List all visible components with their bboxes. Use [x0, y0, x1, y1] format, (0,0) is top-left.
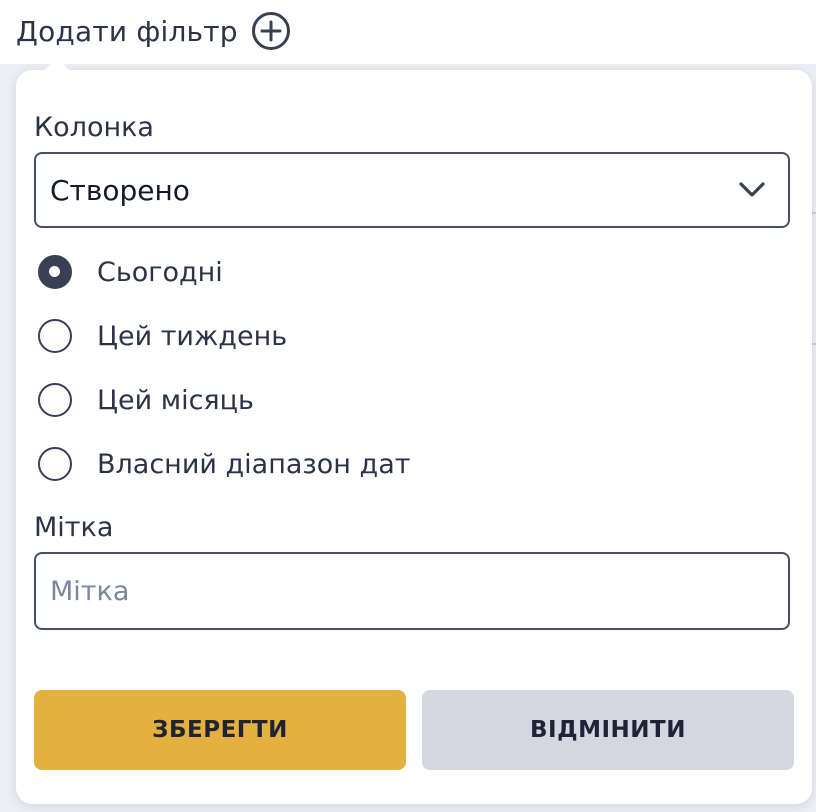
radio-label: Цей місяць — [97, 384, 254, 416]
radio-label: Власний діапазон дат — [97, 448, 411, 480]
chevron-down-icon — [739, 182, 765, 197]
radio-label: Сьогодні — [97, 256, 223, 288]
tag-label: Мітка — [34, 512, 114, 543]
add-filter-button[interactable]: Додати фільтр — [16, 10, 292, 52]
plus-circle-icon[interactable] — [250, 10, 292, 52]
radio-option-this-week[interactable]: Цей тиждень — [38, 316, 287, 356]
save-button[interactable]: ЗБЕРЕГТИ — [34, 690, 406, 770]
filter-panel: Колонка Створено Сьогодні Цей тиждень Це… — [16, 58, 812, 804]
column-select[interactable]: Створено — [34, 152, 790, 228]
column-label: Колонка — [34, 112, 154, 143]
radio-option-custom-range[interactable]: Власний діапазон дат — [38, 444, 410, 484]
tag-input[interactable] — [34, 552, 790, 630]
top-bar: Додати фільтр — [0, 0, 816, 64]
popover-arrow — [44, 58, 70, 71]
radio-button[interactable] — [38, 383, 72, 417]
radio-button[interactable] — [38, 319, 72, 353]
radio-label: Цей тиждень — [97, 320, 288, 352]
radio-button[interactable] — [38, 447, 72, 481]
add-filter-label: Додати фільтр — [16, 14, 238, 48]
radio-button-checked[interactable] — [38, 255, 72, 289]
radio-option-this-month[interactable]: Цей місяць — [38, 380, 254, 420]
column-select-value: Створено — [50, 173, 190, 207]
radio-option-today[interactable]: Сьогодні — [38, 252, 223, 292]
cancel-button[interactable]: ВІДМІНИТИ — [422, 690, 794, 770]
